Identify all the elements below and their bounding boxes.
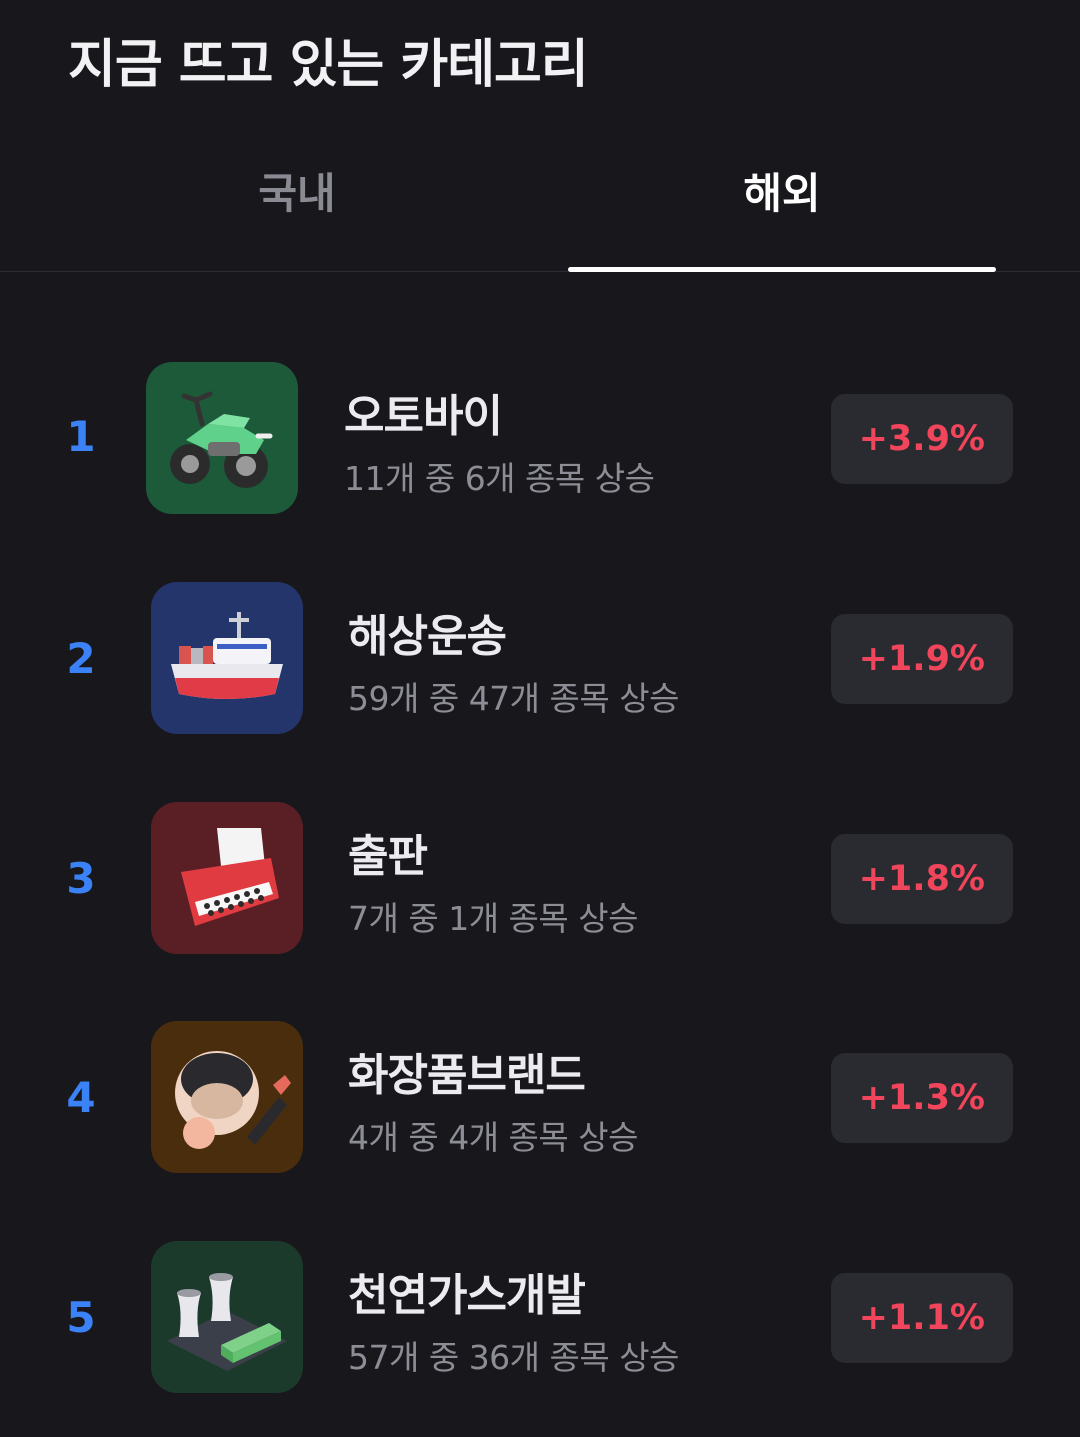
- tab-overseas[interactable]: 해외: [568, 160, 996, 221]
- gas-plant-icon: [151, 1241, 303, 1393]
- rank-number: 1: [66, 412, 96, 461]
- category-rising-count: 59개 중 47개 종목 상승: [348, 679, 679, 718]
- active-tab-indicator: [568, 267, 996, 272]
- change-badge: +1.8%: [830, 834, 1013, 924]
- change-badge: +1.9%: [830, 614, 1013, 704]
- category-name: 오토바이: [344, 391, 503, 442]
- rank-number: 5: [66, 1293, 96, 1342]
- tab-domestic[interactable]: 국내: [83, 160, 511, 221]
- category-row-2[interactable]: 2 해상운송 59개 중 47개 종목 상승 +1.9%: [0, 582, 1080, 734]
- rank-number: 3: [66, 854, 96, 903]
- category-row-1[interactable]: 1 오토바이 11개 중 6개 종목 상승 +3.9%: [0, 362, 1080, 514]
- page-title: 지금 뜨고 있는 카테고리: [68, 35, 589, 95]
- category-row-4[interactable]: 4 화장품브랜드 4개 중 4개 종목 상승 +1.3%: [0, 1021, 1080, 1173]
- category-rising-count: 4개 중 4개 종목 상승: [348, 1118, 638, 1157]
- trending-categories-screen: 지금 뜨고 있는 카테고리 국내 해외 1 오토바이 11개 중 6개 종목 상…: [0, 0, 1080, 1437]
- category-rising-count: 57개 중 36개 종목 상승: [348, 1338, 679, 1377]
- category-rising-count: 7개 중 1개 종목 상승: [348, 899, 638, 938]
- change-badge: +1.1%: [830, 1273, 1013, 1363]
- cosmetics-icon: [151, 1021, 303, 1173]
- rank-number: 4: [66, 1073, 96, 1122]
- change-badge: +3.9%: [830, 394, 1013, 484]
- category-name: 출판: [348, 831, 428, 882]
- ship-icon: [151, 582, 303, 734]
- category-name: 화장품브랜드: [348, 1050, 586, 1101]
- typewriter-icon: [151, 802, 303, 954]
- rank-number: 2: [66, 634, 96, 683]
- category-rising-count: 11개 중 6개 종목 상승: [344, 459, 655, 498]
- category-row-5[interactable]: 5 천연가스개발 57개 중 36개 종목 상승 +1.1%: [0, 1241, 1080, 1393]
- category-name: 해상운송: [348, 611, 507, 662]
- change-badge: +1.3%: [830, 1053, 1013, 1143]
- tab-bar: 국내 해외: [0, 130, 1080, 272]
- motorcycle-icon: [146, 362, 298, 514]
- category-name: 천연가스개발: [348, 1270, 586, 1321]
- category-row-3[interactable]: 3 출판 7개 중 1개 종목 상승 +1.8%: [0, 802, 1080, 954]
